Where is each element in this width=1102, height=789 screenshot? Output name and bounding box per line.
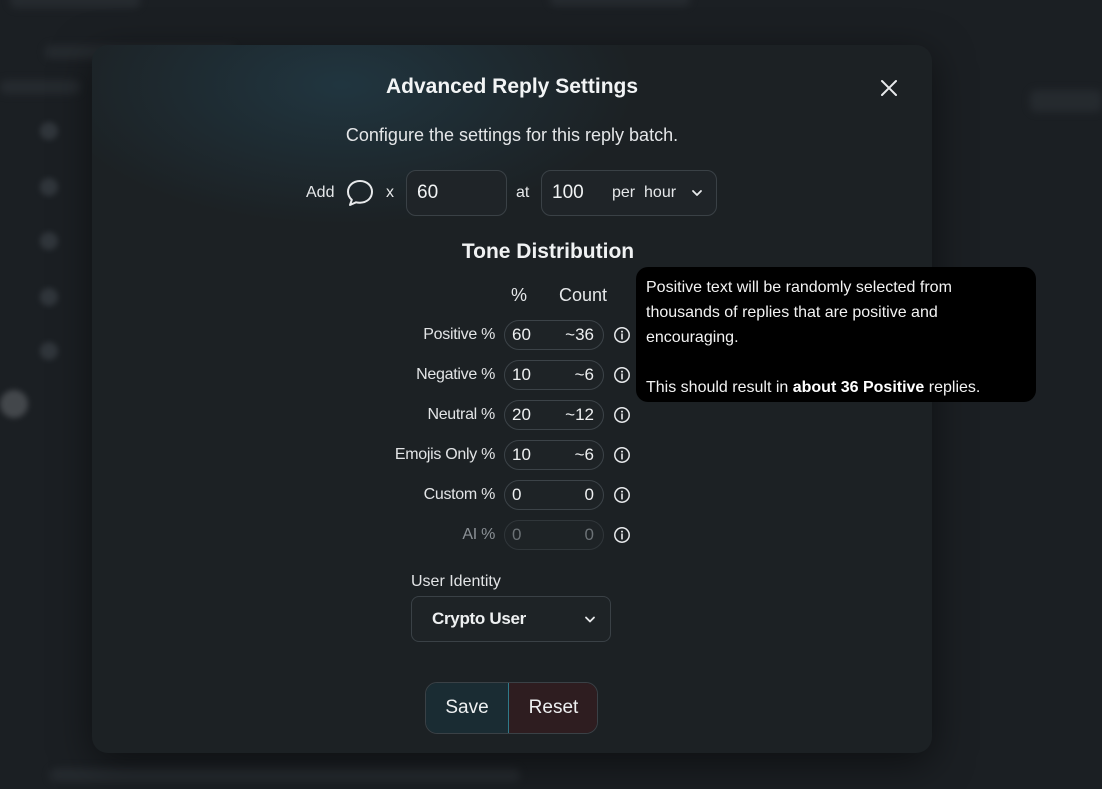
- info-icon[interactable]: [613, 486, 631, 504]
- tone-row-emojis-only: Emojis Only % 10 ~6: [92, 440, 652, 470]
- at-label: at: [516, 184, 530, 201]
- tone-percent: 10: [512, 445, 531, 464]
- tone-row-neutral: Neutral % 20 ~12: [92, 400, 652, 430]
- tone-input[interactable]: 10 ~6: [504, 360, 604, 390]
- rate-value: 100: [552, 182, 584, 203]
- info-icon[interactable]: [613, 526, 631, 544]
- user-identity-value: Crypto User: [432, 609, 527, 628]
- info-icon[interactable]: [613, 326, 631, 344]
- info-icon[interactable]: [613, 446, 631, 464]
- tone-count: 0: [584, 525, 594, 544]
- batch-config-row: Add x 60 at 100 per hour: [92, 170, 932, 216]
- tone-percent: 20: [512, 405, 531, 424]
- tone-percent: 10: [512, 365, 531, 384]
- close-icon[interactable]: [878, 77, 900, 99]
- info-icon[interactable]: [613, 366, 631, 384]
- tone-count: ~6: [574, 365, 594, 384]
- chevron-down-icon: [692, 190, 702, 196]
- tooltip-result: This should result in about 36 Positive …: [646, 379, 981, 396]
- tone-row-ai: AI % 0 0: [92, 520, 652, 550]
- tooltip-description: Positive text will be randomly selected …: [646, 279, 952, 346]
- positive-info-tooltip: Positive text will be randomly selected …: [636, 267, 1036, 402]
- save-button[interactable]: Save: [426, 683, 508, 733]
- tone-label: Neutral %: [427, 406, 495, 423]
- tone-count: ~6: [574, 445, 594, 464]
- chevron-down-icon: [585, 616, 595, 623]
- tone-count: 0: [584, 485, 594, 504]
- tone-label: Custom %: [423, 486, 496, 503]
- reply-count-input[interactable]: 60: [406, 170, 507, 216]
- multiply-label: x: [386, 184, 394, 201]
- tooltip-result-highlight: about 36 Positive: [792, 379, 925, 396]
- tone-percent: 60: [512, 325, 531, 344]
- reset-button[interactable]: Reset: [508, 683, 597, 733]
- tone-label: Negative %: [416, 366, 495, 383]
- count-column-header: Count: [559, 285, 608, 305]
- info-icon[interactable]: [613, 406, 631, 424]
- percent-column-header: %: [511, 285, 528, 305]
- tone-input[interactable]: 60 ~36: [504, 320, 604, 350]
- modal-subtitle: Configure the settings for this reply ba…: [345, 125, 679, 145]
- tone-count: ~36: [565, 325, 594, 344]
- tone-input[interactable]: 0 0: [504, 480, 604, 510]
- speech-bubble-icon: [347, 180, 373, 206]
- tone-row-custom: Custom % 0 0: [92, 480, 652, 510]
- tone-input[interactable]: 20 ~12: [504, 400, 604, 430]
- user-identity-select[interactable]: Crypto User: [411, 596, 611, 642]
- tone-input: 0 0: [504, 520, 604, 550]
- tone-input[interactable]: 10 ~6: [504, 440, 604, 470]
- tone-row-negative: Negative % 10 ~6: [92, 360, 652, 390]
- tone-label: Positive %: [423, 326, 495, 343]
- tone-percent: 0: [512, 485, 522, 504]
- add-label: Add: [306, 184, 335, 201]
- rate-unit: per hour: [612, 184, 677, 201]
- tone-percent: 0: [512, 525, 522, 544]
- tone-label: AI %: [462, 526, 495, 543]
- tone-label: Emojis Only %: [394, 446, 495, 463]
- modal-title: Advanced Reply Settings: [385, 75, 639, 98]
- action-button-group: Save Reset: [425, 682, 598, 734]
- tone-row-positive: Positive % 60 ~36: [92, 320, 652, 350]
- rate-select[interactable]: 100 per hour: [541, 170, 717, 216]
- user-identity-label: User Identity: [411, 573, 501, 590]
- tone-count: ~12: [565, 405, 594, 424]
- tone-distribution-title: Tone Distribution: [461, 240, 635, 263]
